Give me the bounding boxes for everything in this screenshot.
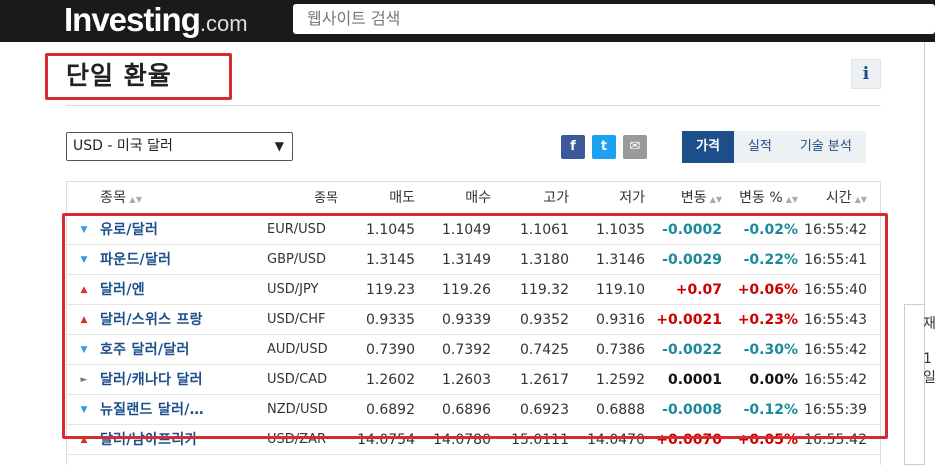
highlight-box-rows bbox=[62, 213, 888, 439]
tab-price[interactable]: 가격 bbox=[682, 131, 734, 163]
side-panel-text: 일 bbox=[923, 370, 935, 386]
chevron-down-icon: ▼ bbox=[274, 139, 284, 153]
tab-performance[interactable]: 실적 bbox=[734, 131, 786, 163]
sort-icon: ▲▼ bbox=[854, 195, 867, 204]
side-panel: 재 1 일 bbox=[904, 304, 935, 465]
header-name-label: 종목 bbox=[100, 190, 127, 206]
highlight-box-title bbox=[45, 53, 232, 100]
top-bar: Investing.com 웹사이트 검색 bbox=[0, 0, 935, 42]
info-icon[interactable]: i bbox=[851, 59, 881, 89]
mail-share-icon[interactable]: ✉ bbox=[623, 135, 647, 159]
header-name[interactable]: 종목 ▲▼ bbox=[100, 182, 270, 216]
header-change-pct-label: 변동 % bbox=[739, 190, 783, 206]
page-scrollbar[interactable] bbox=[924, 42, 935, 465]
header-high: 고가 bbox=[543, 190, 569, 206]
header-change-pct[interactable]: 변동 % ▲▼ bbox=[739, 182, 798, 216]
currency-select[interactable]: USD - 미국 달러 ▼ bbox=[66, 132, 293, 161]
sort-icon: ▲▼ bbox=[129, 195, 143, 204]
table-header-row: 종목 ▲▼ 종목 매도 매수 고가 저가 변동 ▲▼ 변동 % ▲▼ 시간 ▲▼ bbox=[67, 182, 880, 215]
header-change[interactable]: 변동 ▲▼ bbox=[681, 182, 722, 216]
header-time[interactable]: 시간 ▲▼ bbox=[826, 182, 867, 216]
tab-technical[interactable]: 기술 분석 bbox=[786, 131, 866, 163]
view-tabs: 가격 실적 기술 분석 bbox=[682, 131, 866, 163]
header-change-label: 변동 bbox=[680, 190, 707, 206]
logo-suffix-text: .com bbox=[199, 11, 248, 36]
header-symbol: 종목 bbox=[314, 191, 338, 206]
side-panel-text: 1 bbox=[923, 351, 932, 367]
title-divider bbox=[66, 105, 881, 106]
side-panel-text: 재 bbox=[923, 316, 935, 332]
header-ask: 매수 bbox=[465, 190, 491, 206]
header-time-label: 시간 bbox=[825, 190, 852, 206]
sort-icon: ▲▼ bbox=[785, 195, 798, 204]
header-low: 저가 bbox=[619, 190, 645, 206]
search-input[interactable]: 웹사이트 검색 bbox=[293, 4, 935, 34]
logo-main-text: Investing bbox=[64, 1, 201, 38]
twitter-share-icon[interactable]: t bbox=[592, 135, 616, 159]
facebook-share-icon[interactable]: f bbox=[561, 135, 585, 159]
sort-icon: ▲▼ bbox=[709, 195, 722, 204]
header-bid: 매도 bbox=[389, 190, 415, 206]
site-logo[interactable]: Investing.com bbox=[64, 0, 248, 42]
currency-select-value: USD - 미국 달러 bbox=[73, 138, 173, 154]
